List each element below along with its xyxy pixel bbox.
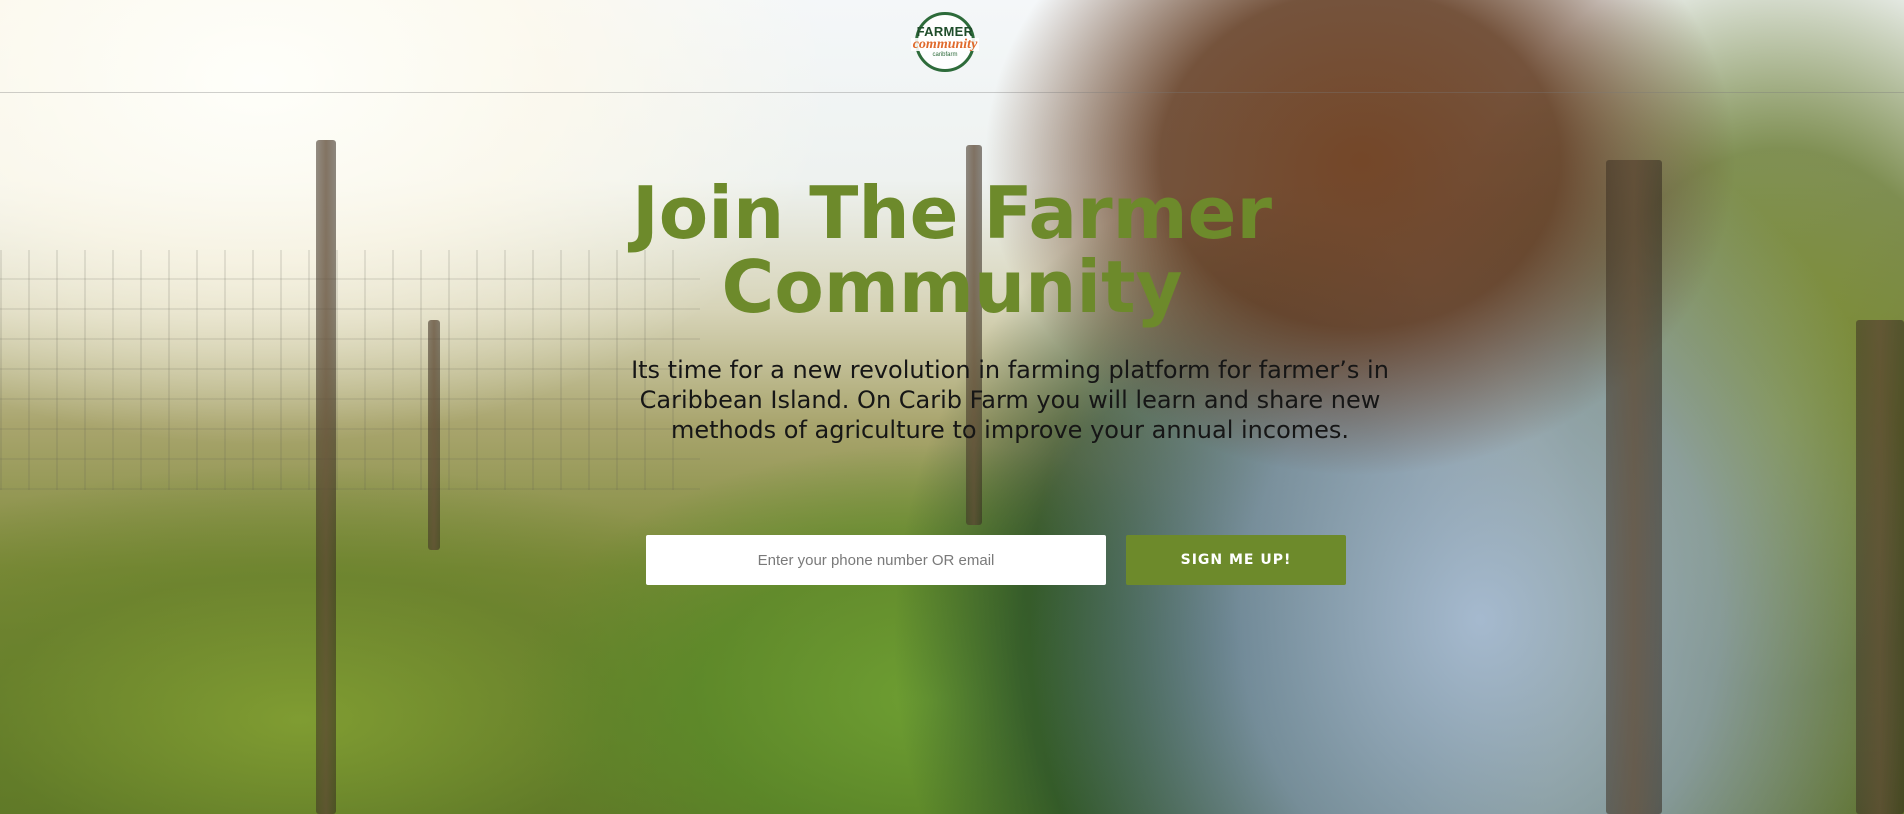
hero-description: Its time for a new revolution in farming… [631, 356, 1389, 444]
hero-section: FARMER community caribfarm Join The Farm… [0, 0, 1904, 814]
header-divider [0, 92, 1904, 93]
sign-me-up-button[interactable]: SIGN ME UP! [1126, 535, 1346, 585]
background-post [428, 320, 440, 550]
background-post [1606, 160, 1662, 814]
hero-headline: Join The Farmer Community [632, 171, 1272, 329]
background-post [1856, 320, 1904, 814]
logo-middle-text: community [910, 37, 980, 52]
phone-email-input[interactable] [646, 535, 1106, 585]
signup-form: SIGN ME UP! [646, 535, 1346, 585]
background-post [316, 140, 336, 814]
brand-logo[interactable]: FARMER community caribfarm [910, 12, 980, 72]
logo-bottom-text: caribfarm [932, 52, 958, 58]
